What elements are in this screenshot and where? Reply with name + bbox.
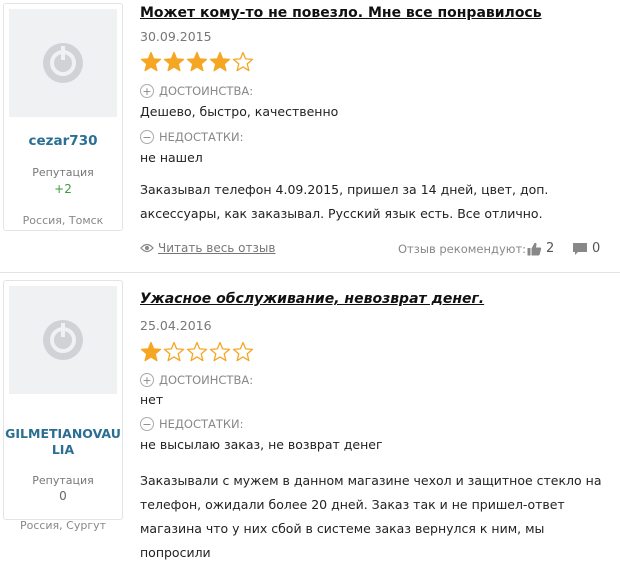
review-text-line: Заказывал телефон 4.09.2015, пришел за 1…: [140, 182, 549, 197]
comment-icon: [573, 242, 587, 255]
user-location: Россия, Томск: [22, 214, 104, 227]
review-title[interactable]: Может кому-то не повезло. Мне все понрав…: [140, 5, 542, 21]
read-full-review-link[interactable]: Читать весь отзыв: [140, 241, 275, 255]
star-empty-icon: [232, 51, 254, 72]
pros-heading: + ДОСТОИНСТВА:: [140, 84, 253, 98]
user-card: cezar730 Репутация +2 Россия, Томск: [3, 3, 123, 231]
plus-icon: +: [140, 373, 154, 387]
pros-label: ДОСТОИНСТВА:: [159, 373, 254, 387]
star-rating: [140, 341, 255, 363]
default-avatar-icon: [43, 320, 83, 360]
review-text-line: телефон, ожидали более 20 дней. Заказ та…: [140, 497, 565, 512]
user-card: GILMETIANOVAU LIA Репутация 0 Россия, Су…: [3, 280, 123, 532]
review-divider: [0, 272, 620, 273]
review-text-line: аксессуары, как заказывал. Русский язык …: [140, 206, 543, 221]
thumbs-up-icon: [527, 242, 542, 255]
star-filled-icon: [140, 51, 162, 72]
review-text-line: Заказывали с мужем в данном магазине чех…: [140, 473, 602, 488]
review-date: 30.09.2015: [140, 29, 212, 44]
eye-icon: [140, 243, 154, 253]
pros-text: нет: [140, 392, 164, 407]
review-text-line: магазина что у них сбой в системе заказ …: [140, 521, 545, 560]
star-filled-icon: [186, 51, 208, 72]
reputation-value: 0: [59, 489, 67, 503]
read-full-review-label: Читать весь отзыв: [158, 241, 276, 255]
star-empty-icon: [186, 341, 208, 362]
review-card: GILMETIANOVAU LIA Репутация 0 Россия, Су…: [0, 277, 620, 560]
pros-heading: + ДОСТОИНСТВА:: [140, 373, 253, 387]
avatar[interactable]: [9, 9, 117, 117]
review-title[interactable]: Ужасное обслуживание, невозврат денег.: [140, 291, 484, 307]
username[interactable]: GILMETIANOVAU LIA: [4, 426, 122, 458]
star-filled-icon: [163, 51, 185, 72]
minus-icon: −: [140, 417, 154, 431]
cons-heading: − НЕДОСТАТКИ:: [140, 130, 244, 144]
comments-button[interactable]: 0: [572, 241, 600, 256]
star-empty-icon: [232, 341, 254, 362]
reputation-label: Репутация: [32, 474, 94, 487]
review-text: Заказывали с мужем в данном магазине чех…: [140, 469, 618, 565]
cons-heading: − НЕДОСТАТКИ:: [140, 417, 244, 431]
username-line: LIA: [51, 442, 75, 457]
default-avatar-icon: [43, 43, 83, 83]
cons-label: НЕДОСТАТКИ:: [159, 130, 244, 144]
review-date: 25.04.2016: [140, 318, 212, 333]
plus-icon: +: [140, 84, 154, 98]
star-rating: [140, 51, 255, 73]
likes-count: 2: [546, 241, 555, 256]
reputation-value: +2: [54, 182, 72, 196]
cons-text: не нашел: [140, 150, 203, 165]
cons-text: не высылаю заказ, не возврат денег: [140, 437, 383, 452]
reputation-label: Репутация: [32, 166, 94, 179]
star-filled-icon: [140, 341, 162, 362]
star-filled-icon: [209, 51, 231, 72]
avatar[interactable]: [9, 286, 117, 394]
username[interactable]: cezar730: [4, 133, 122, 149]
recommended-label: Отзыв рекомендуют:: [398, 242, 527, 256]
username-line: GILMETIANOVAU: [5, 426, 121, 441]
review-footer: Читать весь отзыв Отзыв рекомендуют: 2 0: [140, 241, 610, 259]
review-card: cezar730 Репутация +2 Россия, Томск Може…: [0, 0, 620, 272]
like-button[interactable]: 2: [527, 241, 554, 256]
minus-icon: −: [140, 130, 154, 144]
pros-label: ДОСТОИНСТВА:: [159, 84, 254, 98]
user-location: Россия, Сургут: [19, 519, 107, 532]
cons-label: НЕДОСТАТКИ:: [159, 417, 244, 431]
pros-text: Дешево, быстро, качественно: [140, 104, 339, 119]
comments-count: 0: [592, 241, 601, 256]
star-empty-icon: [163, 341, 185, 362]
star-empty-icon: [209, 341, 231, 362]
review-text: Заказывал телефон 4.09.2015, пришел за 1…: [140, 178, 618, 226]
